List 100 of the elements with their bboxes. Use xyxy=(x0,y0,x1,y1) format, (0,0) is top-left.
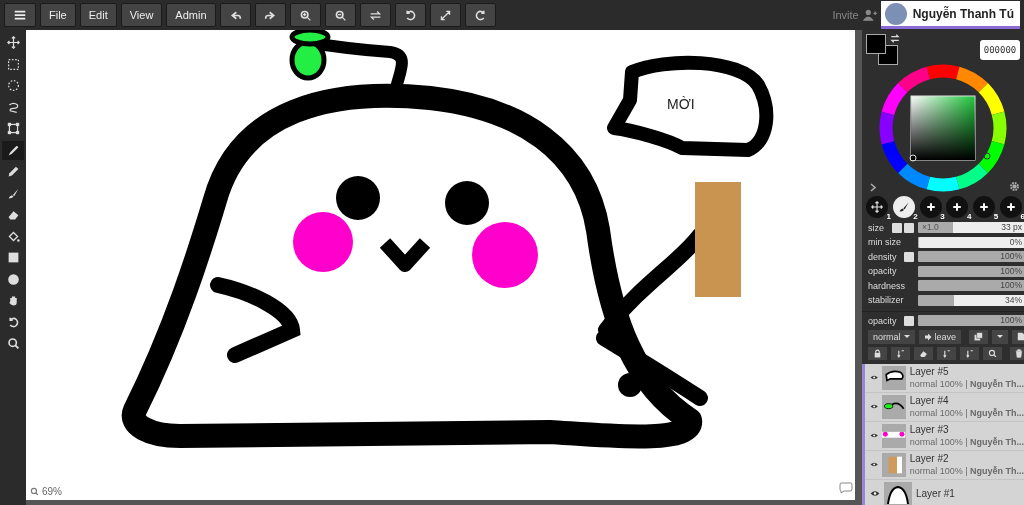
setting-label: min size xyxy=(868,237,902,248)
layer-info: normal 100% | Nguyễn Th... xyxy=(909,408,1024,418)
menu-icon xyxy=(13,8,27,22)
setting-slider[interactable]: 34% xyxy=(918,294,1024,306)
exit-icon xyxy=(923,332,932,341)
layer-name: Layer #4 xyxy=(909,395,950,406)
menu-item[interactable]: Edit xyxy=(79,3,117,27)
eraser-icon xyxy=(919,348,928,358)
plus-icon xyxy=(978,201,991,213)
merge-down-button[interactable] xyxy=(891,346,910,360)
clear-button[interactable] xyxy=(914,346,933,360)
plus-icon xyxy=(924,201,937,213)
layer-info: normal 100% | Nguyễn Th... xyxy=(909,466,1024,476)
ellipse-select-icon xyxy=(6,79,20,93)
add-user-icon xyxy=(862,9,877,21)
setting-slider[interactable]: 100% xyxy=(918,265,1024,277)
swap-icon[interactable] xyxy=(890,34,900,43)
redo-button[interactable] xyxy=(254,3,286,27)
rotate-button[interactable] xyxy=(394,3,426,27)
pressure-toggle[interactable] xyxy=(904,315,914,326)
pencil-icon xyxy=(6,165,20,179)
fullscreen-button[interactable] xyxy=(429,3,461,27)
color-wheel[interactable] xyxy=(879,64,1007,192)
eye-icon[interactable] xyxy=(870,432,879,439)
pressure-toggle[interactable] xyxy=(904,251,914,262)
trash-icon xyxy=(1015,348,1023,358)
blend-mode-dropdown[interactable]: normal xyxy=(868,329,915,344)
setting-label: density xyxy=(868,251,898,262)
layer-action-icon xyxy=(965,348,974,358)
zoom-level: 69% xyxy=(42,486,62,497)
swap-icon xyxy=(368,8,382,22)
move-icon xyxy=(6,36,20,50)
transform-icon xyxy=(6,122,20,136)
new-layer-button[interactable] xyxy=(1012,329,1024,344)
slider-value: 100% xyxy=(1000,265,1022,277)
setting-label: opacity xyxy=(868,266,898,277)
lock-button[interactable] xyxy=(868,346,887,360)
menu-item[interactable]: Admin xyxy=(166,3,216,27)
layer-row[interactable]: Layer #4 normal 100% | Nguyễn Th... xyxy=(865,392,1024,422)
hex-color-field[interactable]: 000000 xyxy=(980,40,1020,60)
setting-slider[interactable]: 100% xyxy=(918,315,1024,327)
setting-label: size xyxy=(868,222,885,233)
layer-row[interactable]: Layer #5 normal 100% | Nguyễn Th... xyxy=(865,363,1024,393)
setting-label: opacity xyxy=(868,315,898,326)
ellipse-icon xyxy=(6,272,20,286)
brush-pressure-toggle[interactable] xyxy=(904,222,914,233)
invite-link[interactable]: Invite xyxy=(832,9,859,21)
setting-slider[interactable]: 0% xyxy=(918,236,1024,248)
setting-label: stabilizer xyxy=(868,295,905,306)
chevron-right-icon[interactable] xyxy=(870,183,876,192)
slider-value: 0% xyxy=(1009,236,1022,248)
user-tab[interactable]: Nguyễn Thanh Tú xyxy=(880,1,1020,29)
layer-action-icon xyxy=(896,348,905,358)
brush-slot[interactable]: 5 xyxy=(973,196,996,218)
layer-thumbnail xyxy=(882,394,906,419)
fill-icon xyxy=(6,229,20,243)
brush-slot[interactable]: 6 xyxy=(1000,196,1022,218)
eye-icon[interactable] xyxy=(870,461,879,468)
setting-label: hardness xyxy=(868,280,907,291)
layer-row[interactable]: Layer #2 normal 100% | Nguyễn Th... xyxy=(865,450,1024,480)
setting-slider[interactable]: 100% xyxy=(918,280,1024,292)
color-swatches-icon[interactable] xyxy=(866,34,898,65)
layer-row[interactable]: Layer #3 normal 100% | Nguyễn Th... xyxy=(865,421,1024,451)
layer-action-icon xyxy=(942,348,951,358)
duplicate-layer-button[interactable] xyxy=(969,329,989,344)
size-scale: ×1.0 xyxy=(922,222,939,234)
eye-icon[interactable] xyxy=(870,403,879,410)
eyedropper-tool[interactable] xyxy=(2,140,24,160)
layer-info: normal 100% | Nguyễn Th... xyxy=(909,437,1024,447)
eye-icon[interactable] xyxy=(870,490,880,497)
layer-name: Layer #2 xyxy=(909,453,950,464)
menu-button[interactable] xyxy=(4,3,36,27)
drawing-canvas[interactable]: MỜI 69% xyxy=(26,30,855,500)
zoom-in-button[interactable] xyxy=(289,3,321,27)
search-button[interactable] xyxy=(983,346,1002,360)
layer-info: normal 100% | Nguyễn Th... xyxy=(909,379,1024,389)
swap-button[interactable] xyxy=(359,3,391,27)
delete-layer-button[interactable] xyxy=(1010,346,1024,360)
dropdown-button[interactable] xyxy=(992,329,1009,344)
eye-icon[interactable] xyxy=(870,374,879,381)
settings-icon[interactable] xyxy=(1009,181,1020,192)
layer-row[interactable]: Layer #1 xyxy=(865,479,1024,505)
setting-slider[interactable]: 100% xyxy=(918,251,1024,263)
add-layer-below-button[interactable] xyxy=(937,346,956,360)
layer-name: Layer #3 xyxy=(909,424,950,435)
slider-value: 100% xyxy=(1000,280,1022,292)
undo-button[interactable] xyxy=(219,3,251,27)
copy-icon xyxy=(974,332,984,341)
eraser-icon xyxy=(6,208,20,222)
move-icon xyxy=(871,201,883,213)
delete-below-button[interactable] xyxy=(960,346,979,360)
size-slider[interactable]: ×1.0 33 px xyxy=(918,222,1024,234)
leave-button[interactable]: leave xyxy=(918,329,962,344)
menu-item[interactable]: File xyxy=(40,3,76,27)
zoom-out-button[interactable] xyxy=(324,3,356,27)
zoom-out-icon xyxy=(333,8,347,22)
layer-thumbnail xyxy=(882,452,906,477)
refresh-button[interactable] xyxy=(464,3,496,27)
slider-value: 34% xyxy=(1005,294,1022,306)
menu-item[interactable]: View xyxy=(120,3,163,27)
